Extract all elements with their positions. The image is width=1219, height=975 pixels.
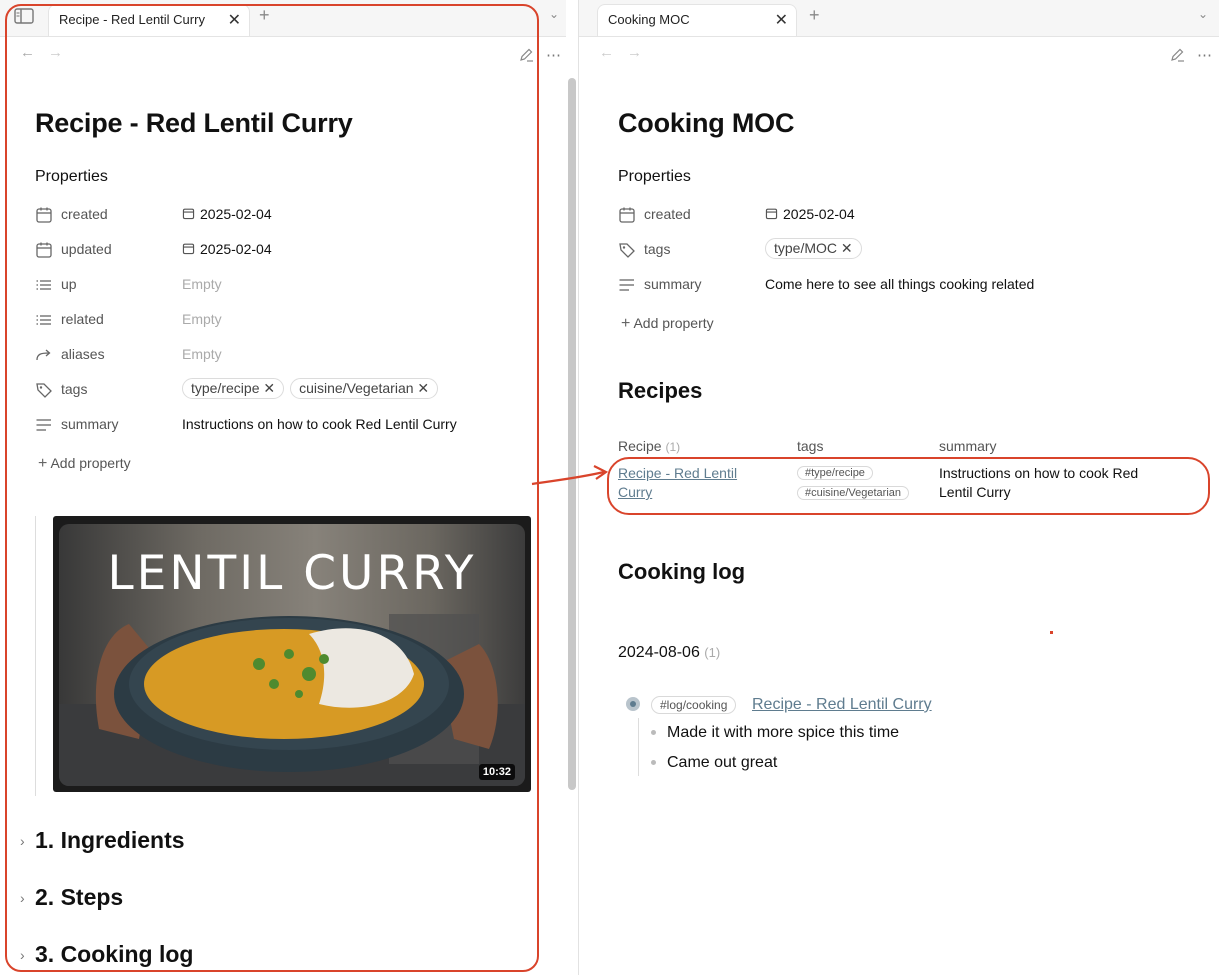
property-key: tags	[644, 241, 671, 257]
log-recipe-link[interactable]: Recipe - Red Lentil Curry	[752, 696, 932, 714]
list-item: Came out great	[651, 754, 778, 772]
recipes-heading: Recipes	[618, 378, 703, 403]
property-created[interactable]: created 2025-02-04	[618, 203, 1178, 227]
list-item-text: Came out great	[667, 754, 778, 771]
more-options-icon[interactable]: ⋯	[1197, 46, 1212, 64]
tab-label: Cooking MOC	[608, 12, 690, 27]
edit-icon[interactable]	[1170, 47, 1185, 67]
close-tab-icon[interactable]: ✕	[775, 10, 788, 30]
forward-arrow-icon[interactable]: →	[627, 44, 642, 61]
scrollbar-thumb[interactable]	[568, 78, 576, 790]
property-value[interactable]: Come here to see all things cooking rela…	[765, 276, 1034, 292]
add-property-button[interactable]: + Add property	[621, 315, 714, 333]
list-item-text: Made it with more spice this time	[667, 724, 900, 741]
right-tab-bar: Cooking MOC ✕ + ⌄	[579, 0, 1219, 37]
tab-cooking-moc[interactable]: Cooking MOC ✕	[597, 4, 797, 36]
new-tab-icon[interactable]: +	[809, 5, 820, 26]
header-text: Recipe	[618, 438, 662, 454]
cooking-log-heading: Cooking log	[618, 559, 746, 584]
column-header-recipe[interactable]: Recipe (1)	[618, 438, 680, 454]
date-calendar-icon	[765, 207, 778, 223]
annotation-arrow	[531, 465, 609, 486]
row-count: (1)	[665, 440, 681, 454]
property-key: created	[644, 206, 691, 222]
more-options-icon[interactable]: ⋯	[546, 46, 561, 64]
property-value[interactable]: 2025-02-04	[783, 206, 855, 222]
remove-tag-icon[interactable]: ✕	[841, 240, 853, 256]
log-entry: #log/cooking Recipe - Red Lentil Curry M…	[626, 694, 1186, 784]
tag-pill[interactable]: type/MOC ✕	[765, 238, 862, 259]
column-header-tags[interactable]: tags	[797, 438, 823, 454]
add-property-label: Add property	[633, 315, 714, 331]
bullet-icon[interactable]	[626, 697, 640, 711]
column-header-summary[interactable]: summary	[939, 438, 997, 454]
back-arrow-icon[interactable]: ←	[599, 44, 614, 61]
plus-icon: +	[621, 315, 631, 332]
page-title: Cooking MOC	[618, 108, 795, 138]
property-summary[interactable]: summary Come here to see all things cook…	[618, 273, 1178, 297]
list-item: Made it with more spice this time	[651, 724, 900, 742]
text-lines-icon	[619, 279, 634, 291]
left-pane-highlight	[5, 4, 539, 972]
log-indent-line	[638, 718, 639, 776]
table-row-highlight	[607, 457, 1210, 515]
log-date-heading: 2024-08-06 (1)	[618, 644, 720, 662]
stray-dot	[1050, 631, 1053, 634]
calendar-icon	[619, 207, 635, 223]
log-date: 2024-08-06	[618, 644, 700, 661]
bullet-dot-icon	[651, 760, 656, 765]
tag-text: type/MOC	[774, 240, 838, 256]
tab-list-chevron-icon[interactable]: ⌄	[549, 7, 559, 21]
log-count: (1)	[704, 645, 721, 660]
tag-pills: type/MOC ✕	[765, 238, 868, 259]
log-tag[interactable]: #log/cooking	[651, 696, 737, 714]
tab-list-chevron-icon[interactable]: ⌄	[1198, 7, 1208, 21]
property-tags[interactable]: tags type/MOC ✕	[618, 238, 1178, 262]
property-key: summary	[644, 276, 702, 292]
tag-icon	[619, 243, 635, 258]
bullet-dot-icon	[651, 730, 656, 735]
properties-heading: Properties	[618, 168, 691, 185]
